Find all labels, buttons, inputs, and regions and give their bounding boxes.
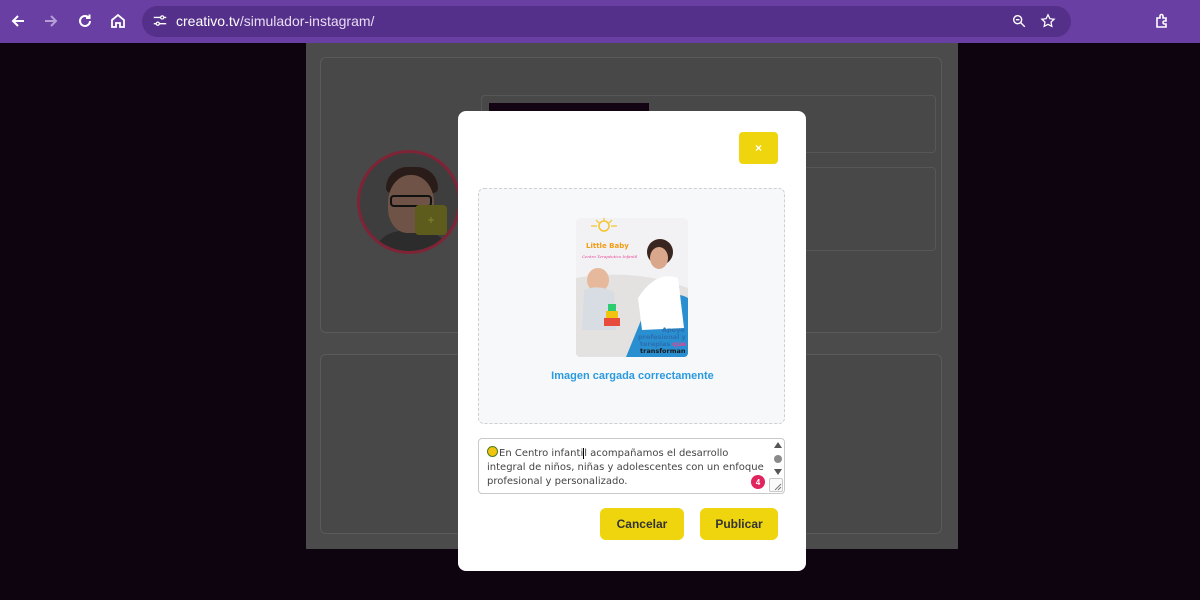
scroll-up-icon[interactable] [774, 442, 782, 448]
url-path: /simulador-instagram/ [239, 13, 375, 29]
site-settings-icon[interactable] [150, 11, 170, 31]
avatar-edit-badge: + [415, 205, 447, 235]
reload-icon[interactable] [73, 9, 97, 33]
scroll-thumb[interactable] [774, 455, 782, 463]
upload-status-text: Imagen cargada correctamente [551, 370, 714, 382]
close-button[interactable]: × [739, 132, 778, 164]
cancel-button[interactable]: Cancelar [600, 508, 684, 540]
resize-handle-icon[interactable] [769, 478, 783, 492]
image-upload-area[interactable]: Little Baby Centro Terapéutico Infantil … [478, 188, 785, 424]
url-host: creativo.tv [176, 13, 240, 29]
sunflower-emoji-icon [487, 446, 498, 457]
notification-count-badge: 4 [751, 475, 765, 489]
preview-headline-line4: transforman [640, 347, 686, 355]
browser-toolbar: creativo.tv/simulador-instagram/ [0, 0, 1200, 43]
url-text[interactable]: creativo.tv/simulador-instagram/ [176, 13, 374, 29]
publish-button[interactable]: Publicar [700, 508, 778, 540]
back-arrow-icon[interactable] [6, 9, 30, 33]
preview-logo-line2: Centro Terapéutico Infantil [582, 254, 638, 259]
caption-text-before-cursor: En Centro infanti [499, 448, 584, 459]
zoom-icon[interactable] [1009, 11, 1029, 31]
uploaded-image-preview: Little Baby Centro Terapéutico Infantil … [576, 218, 688, 357]
caption-textarea[interactable]: En Centro infantil acompañamos el desarr… [478, 438, 785, 494]
publish-modal: × Little Baby Centro Terapéutico Infanti… [458, 111, 806, 571]
preview-logo-line1: Little Baby [586, 242, 629, 250]
caption-text: En Centro infantil acompañamos el desarr… [487, 446, 769, 489]
scroll-down-icon[interactable] [774, 469, 782, 475]
caption-scrollbar[interactable] [774, 442, 782, 478]
forward-arrow-icon[interactable] [39, 9, 63, 33]
address-bar[interactable]: creativo.tv/simulador-instagram/ [142, 6, 1071, 37]
home-icon[interactable] [106, 9, 130, 33]
bookmark-star-icon[interactable] [1038, 11, 1058, 31]
avatar [357, 150, 461, 254]
extensions-icon[interactable] [1150, 9, 1174, 33]
